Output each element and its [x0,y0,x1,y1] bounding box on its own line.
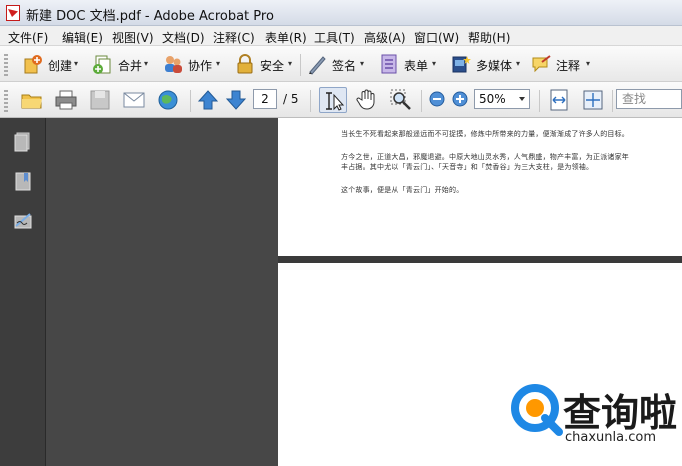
sign-button[interactable]: 签名 ▾ [306,51,368,77]
toolbar-separator [310,90,311,112]
document-text-line: 方今之世，正道大昌，邪魔退避。中原大地山灵水秀，人气鼎盛，物产丰富，为正派诸家年 [341,153,629,161]
document-text-line: 当长生不死看起来那般遥远而不可捉摸，修炼中所带来的力量，便渐渐成了许多人的目标。 [341,130,629,138]
full-screen-icon[interactable] [581,88,605,112]
menu-tools[interactable]: 工具(T) [314,29,355,46]
toolbar-separator [421,90,422,112]
select-tool-button[interactable] [319,87,347,113]
form-icon [381,54,397,74]
chaxunla-logo-icon [511,384,563,436]
pdf-file-icon [6,5,20,21]
zoom-in-icon[interactable] [452,91,468,107]
comment-icon [532,55,551,73]
save-icon[interactable] [88,88,112,112]
marquee-zoom-icon[interactable] [389,88,413,112]
menu-view[interactable]: 视图(V) [112,29,154,46]
document-text-line: 丰占据。其中尤以「青云门」、「天音寺」和「焚香谷」为三大支柱，是为领袖。 [341,163,594,171]
fit-width-icon[interactable] [547,88,571,112]
menu-forms[interactable]: 表单(R) [265,29,307,46]
menu-edit[interactable]: 编辑(E) [62,29,103,46]
text-select-cursor-icon [326,92,345,111]
toolbar-separator [300,54,301,76]
collaborate-icon [165,56,182,73]
zoom-level-select[interactable]: 50% [474,89,530,109]
open-folder-icon[interactable] [20,88,44,112]
menu-advanced[interactable]: 高级(A) [364,29,406,46]
toolbar-separator [190,90,191,112]
comment-button[interactable]: 注释 ▾ [530,51,594,77]
chevron-down-icon[interactable] [519,97,525,101]
document-text-line: 这个故事，便是从「青云门」开始的。 [341,186,464,194]
page-gap [278,256,682,263]
bookmarks-icon[interactable] [12,170,34,192]
menu-bar: 文件(F) 编辑(E) 视图(V) 文档(D) 注释(C) 表单(R) 工具(T… [0,26,682,46]
menu-help[interactable]: 帮助(H) [468,29,510,46]
page-total-label: / 5 [283,92,299,106]
multimedia-button[interactable]: 多媒体 ▾ [450,51,522,77]
collaborate-button[interactable]: 协作 ▾ [162,51,224,77]
combine-button[interactable]: 合并 ▾ [92,51,152,77]
title-bar: 新建 DOC 文档.pdf - Adobe Acrobat Pro [0,0,682,26]
create-button[interactable]: 创建 ▾ [22,51,82,77]
menu-file[interactable]: 文件(F) [8,29,48,46]
previous-page-icon[interactable] [196,88,220,112]
pages-thumbnail-icon[interactable] [12,130,34,152]
toolbar-separator [612,90,613,112]
watermark-url: chaxunla.com [565,430,656,445]
combine-files-icon [93,55,111,74]
navigation-pane [0,118,46,466]
menu-comments[interactable]: 注释(C) [213,29,255,46]
lock-icon [237,54,253,74]
print-icon[interactable] [54,88,78,112]
email-icon[interactable] [122,88,146,112]
menu-window[interactable]: 窗口(W) [414,29,459,46]
find-input[interactable]: 查找 [616,89,682,109]
hand-tool-icon[interactable] [355,88,379,112]
toolbar-grip[interactable] [4,54,8,76]
next-page-icon[interactable] [224,88,248,112]
tasks-toolbar: 创建 ▾ 合并 ▾ 协作 ▾ 安全 ▾ 签名 ▾ 表单 ▾ 多媒体 ▾ 注释 ▾ [0,46,682,82]
web-globe-icon[interactable] [156,88,180,112]
page-number-input[interactable]: 2 [253,89,277,109]
window-title: 新建 DOC 文档.pdf - Adobe Acrobat Pro [26,9,274,24]
pen-icon [309,56,326,75]
forms-button[interactable]: 表单 ▾ [378,51,440,77]
watermark-name: 查询啦 [563,391,678,435]
toolbar-separator [539,90,540,112]
menu-document[interactable]: 文档(D) [162,29,205,46]
zoom-out-icon[interactable] [429,91,445,107]
secure-button[interactable]: 安全 ▾ [234,51,296,77]
multimedia-icon [452,56,471,73]
watermark-logo: 查询啦 chaxunla.com [505,378,677,460]
zoom-level-value: 50% [479,92,506,106]
toolbar-grip[interactable] [4,90,8,112]
create-pdf-icon [24,55,42,74]
signatures-icon[interactable] [12,210,34,232]
